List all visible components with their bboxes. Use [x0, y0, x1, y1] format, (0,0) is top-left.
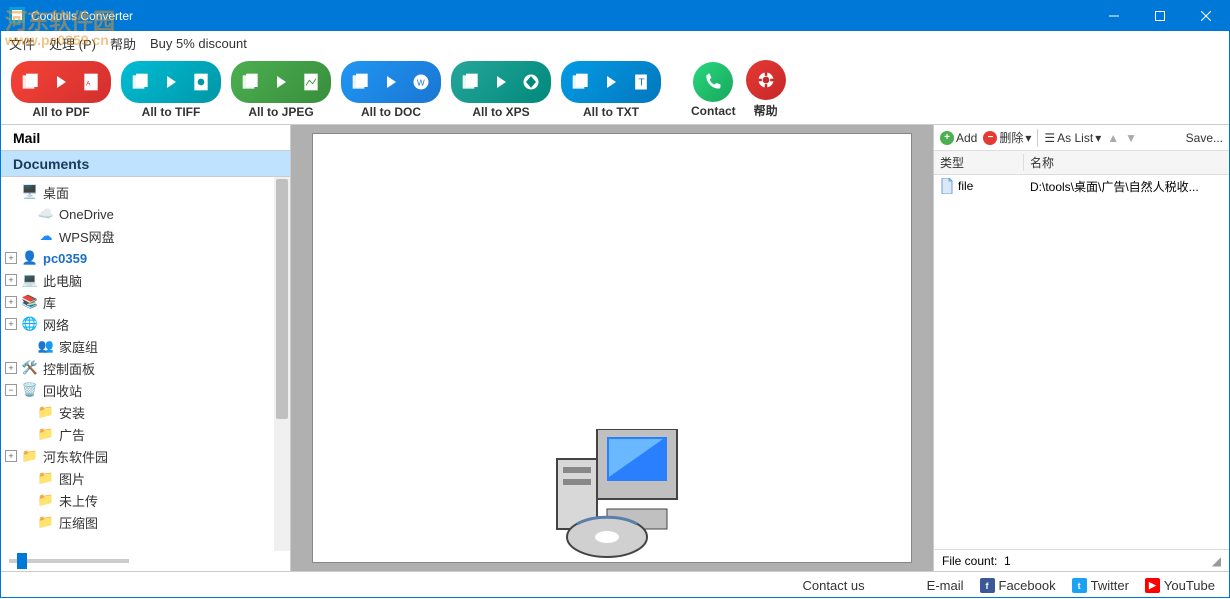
left-panel: Mail Documents 🖥️桌面 ☁️OneDrive ☁WPS网盘 +👤…	[1, 125, 291, 571]
twitter-link[interactable]: tTwitter	[1072, 578, 1129, 593]
statusbar: Contact us E-mail fFacebook tTwitter ▶Yo…	[1, 571, 1229, 599]
files-icon	[21, 72, 41, 92]
expand-icon[interactable]: −	[5, 384, 17, 396]
expand-icon[interactable]: +	[5, 318, 17, 330]
installer-icon	[537, 429, 687, 562]
toolbar: A All to PDF All to TIFF All to JPEG W A…	[1, 55, 1229, 125]
all-to-pdf-button[interactable]: A All to PDF	[11, 61, 111, 119]
controlpanel-icon: 🛠️	[21, 360, 39, 376]
expand-icon[interactable]: +	[5, 362, 17, 374]
dropdown-icon: ▾	[1025, 131, 1031, 145]
all-to-xps-button[interactable]: All to XPS	[451, 61, 551, 119]
menu-help[interactable]: 帮助	[110, 34, 136, 53]
aslist-button[interactable]: ☰As List▾	[1044, 131, 1101, 145]
svg-text:W: W	[417, 77, 425, 87]
folder-icon: 📁	[21, 448, 39, 464]
doc-icon: W	[411, 72, 431, 92]
expand-icon[interactable]: +	[5, 274, 17, 286]
preview-page	[312, 133, 912, 563]
up-button[interactable]: ▲	[1107, 131, 1119, 145]
file-list[interactable]: file D:\tools\桌面\广告\自然人税收...	[934, 175, 1229, 549]
contact-us-link[interactable]: Contact us	[803, 578, 865, 593]
youtube-link[interactable]: ▶YouTube	[1145, 578, 1215, 593]
col-name[interactable]: 名称	[1024, 154, 1229, 171]
resize-grip-icon[interactable]: ◢	[1212, 554, 1221, 568]
pdf-icon: A	[81, 72, 101, 92]
files-icon	[461, 72, 481, 92]
file-count-bar: File count: 1 ◢	[934, 549, 1229, 571]
pc-icon: 💻	[21, 272, 39, 288]
svg-text:A: A	[86, 80, 91, 87]
right-panel: +Add −删除▾ ☰As List▾ ▲ ▼ Save... 类型 名称 fi…	[933, 125, 1229, 571]
save-button[interactable]: Save...	[1186, 131, 1223, 145]
all-to-txt-button[interactable]: T All to TXT	[561, 61, 661, 119]
twitter-icon: t	[1072, 578, 1087, 593]
folder-icon: 📁	[37, 404, 55, 420]
menubar: 文件 处理 (P) 帮助 Buy 5% discount	[1, 31, 1229, 55]
tiff-icon	[191, 72, 211, 92]
delete-button[interactable]: −删除▾	[983, 129, 1031, 146]
files-icon	[131, 72, 151, 92]
folder-icon: 📁	[37, 470, 55, 486]
menu-buy[interactable]: Buy 5% discount	[150, 36, 247, 51]
menu-process[interactable]: 处理 (P)	[49, 34, 96, 53]
expand-icon[interactable]: +	[5, 252, 17, 264]
monitor-icon: 🖥️	[21, 184, 39, 200]
user-icon: 👤	[21, 250, 39, 266]
expand-icon[interactable]: +	[5, 450, 17, 462]
jpeg-icon	[301, 72, 321, 92]
library-icon: 📚	[21, 294, 39, 310]
add-button[interactable]: +Add	[940, 131, 977, 145]
youtube-icon: ▶	[1145, 578, 1160, 593]
close-button[interactable]	[1183, 1, 1229, 31]
network-icon: 🌐	[21, 316, 39, 332]
maximize-button[interactable]	[1137, 1, 1183, 31]
app-icon	[9, 7, 25, 26]
col-type[interactable]: 类型	[934, 154, 1024, 171]
txt-icon: T	[631, 72, 651, 92]
right-toolbar: +Add −删除▾ ☰As List▾ ▲ ▼ Save...	[934, 125, 1229, 151]
xps-icon	[521, 72, 541, 92]
tab-documents[interactable]: Documents	[1, 151, 290, 177]
file-list-header: 类型 名称	[934, 151, 1229, 175]
folder-icon: 📁	[37, 514, 55, 530]
preview-panel	[291, 125, 933, 571]
files-icon	[351, 72, 371, 92]
file-icon	[940, 178, 954, 194]
help-button[interactable]: 帮助	[746, 60, 786, 119]
tab-mail[interactable]: Mail	[1, 125, 290, 151]
file-row[interactable]: file D:\tools\桌面\广告\自然人税收...	[934, 175, 1229, 197]
recycle-icon: 🗑️	[21, 382, 39, 398]
onedrive-icon: ☁️	[37, 206, 55, 222]
zoom-slider[interactable]	[1, 551, 290, 571]
all-to-jpeg-button[interactable]: All to JPEG	[231, 61, 331, 119]
tree-scrollbar[interactable]	[274, 177, 290, 551]
phone-icon	[703, 72, 723, 92]
folder-icon: 📁	[37, 426, 55, 442]
facebook-icon: f	[980, 578, 995, 593]
all-to-doc-button[interactable]: W All to DOC	[341, 61, 441, 119]
svg-text:T: T	[639, 77, 645, 88]
list-icon: ☰	[1044, 131, 1055, 145]
cloud-icon: ☁	[37, 228, 55, 244]
email-link[interactable]: E-mail	[927, 578, 964, 593]
lifebuoy-icon	[756, 70, 776, 90]
minimize-button[interactable]	[1091, 1, 1137, 31]
dropdown-icon: ▾	[1095, 131, 1101, 145]
expand-icon[interactable]: +	[5, 296, 17, 308]
folder-tree[interactable]: 🖥️桌面 ☁️OneDrive ☁WPS网盘 +👤pc0359 +💻此电脑 +📚…	[1, 177, 290, 551]
folder-icon: 📁	[37, 492, 55, 508]
files-icon	[571, 72, 591, 92]
contact-button[interactable]: Contact	[691, 62, 736, 118]
down-button[interactable]: ▼	[1125, 131, 1137, 145]
homegroup-icon: 👥	[37, 338, 55, 354]
all-to-tiff-button[interactable]: All to TIFF	[121, 61, 221, 119]
files-icon	[241, 72, 261, 92]
app-title: Coolutils Converter	[31, 9, 1091, 23]
menu-file[interactable]: 文件	[9, 34, 35, 53]
facebook-link[interactable]: fFacebook	[980, 578, 1056, 593]
titlebar: Coolutils Converter	[1, 1, 1229, 31]
